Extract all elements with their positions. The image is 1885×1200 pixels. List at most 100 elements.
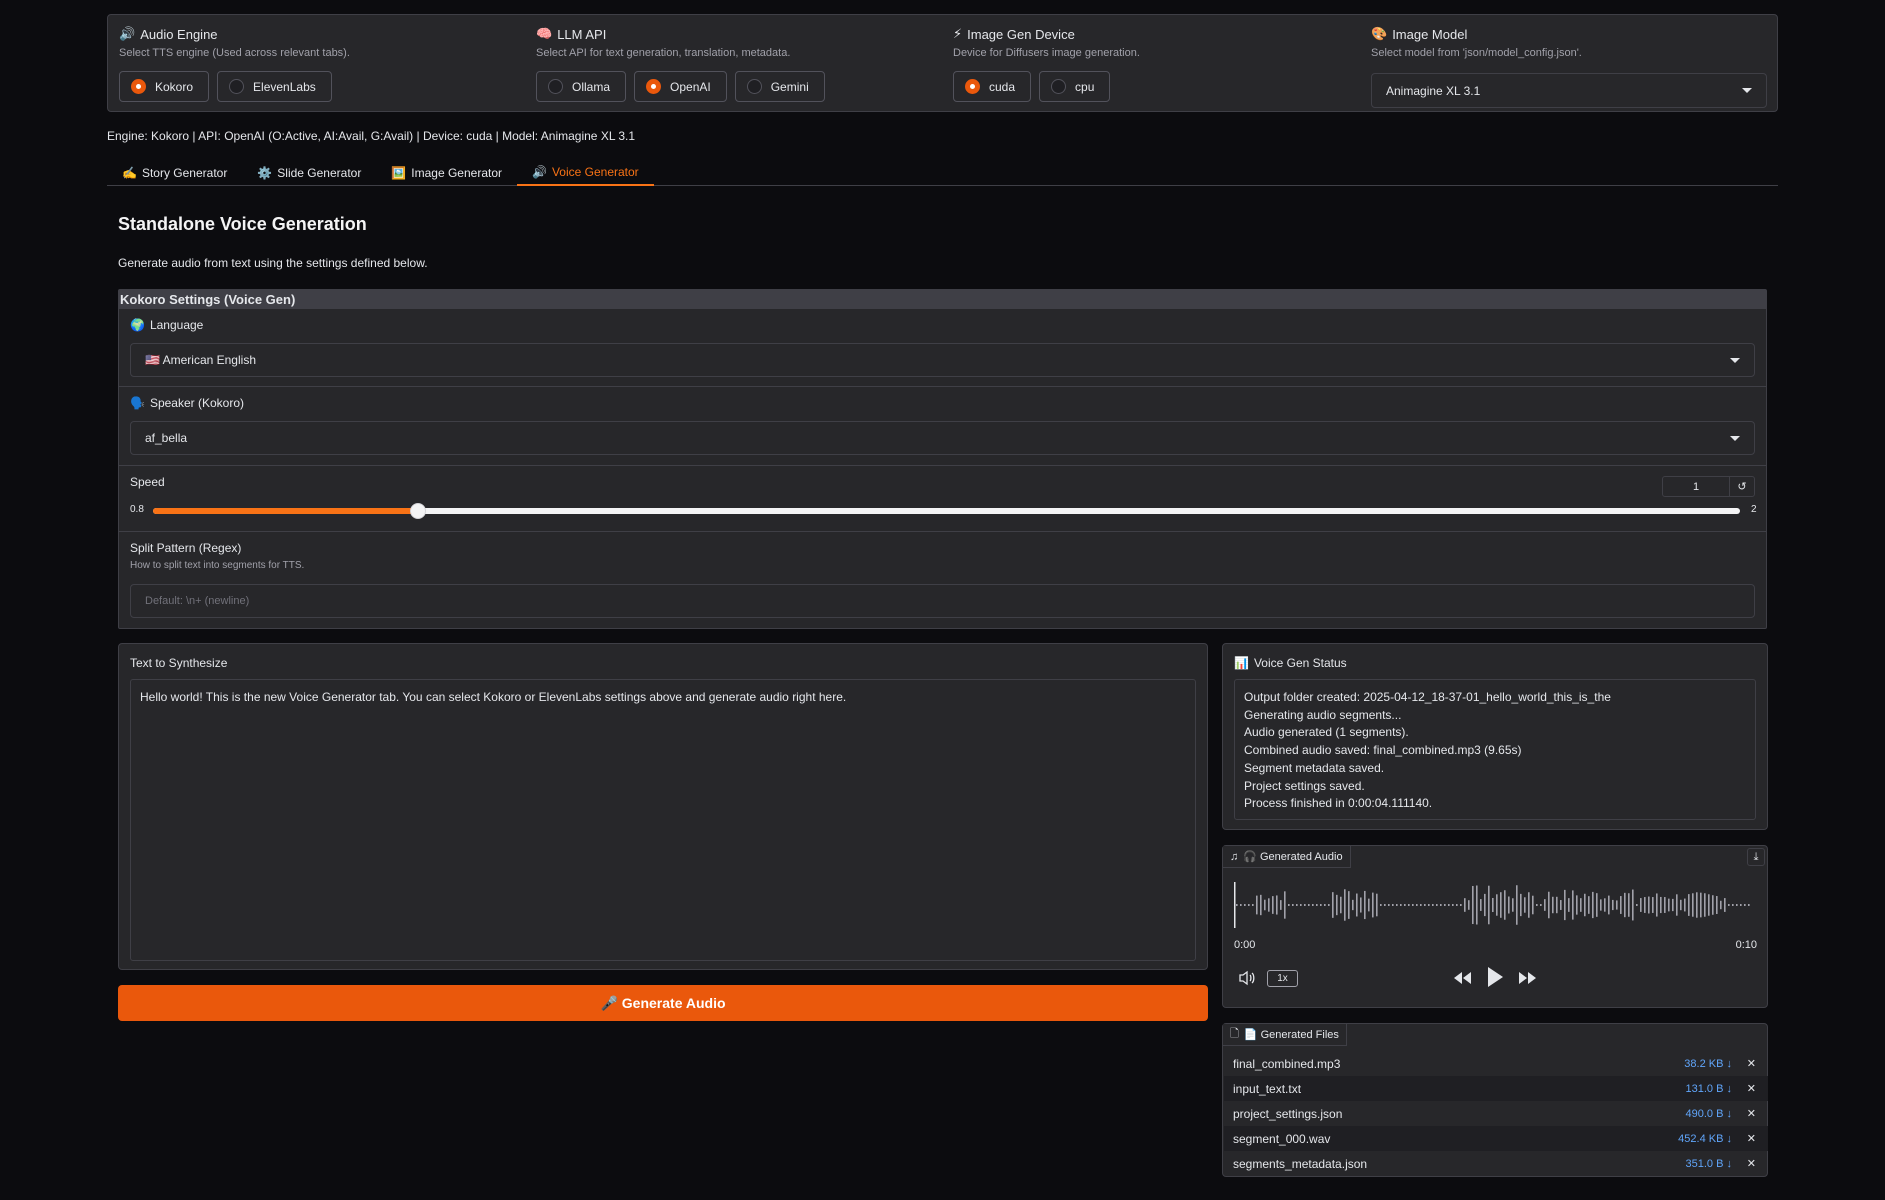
file-download-link[interactable]: 131.0 B ↓: [1686, 1083, 1732, 1095]
waveform-bar: [1292, 904, 1294, 906]
waveform-bar: [1492, 897, 1494, 913]
speaker-block: 🗣️ Speaker (Kokoro) af_bella: [119, 387, 1766, 466]
file-row[interactable]: project_settings.json 490.0 B ↓ ✕: [1224, 1101, 1768, 1126]
file-download-link[interactable]: 351.0 B ↓: [1686, 1158, 1732, 1170]
tab-slide-generator[interactable]: ⚙️ Slide Generator: [242, 160, 376, 186]
status-line: Output folder created: 2025-04-12_18-37-…: [1244, 690, 1611, 704]
kokoro-settings-header[interactable]: Kokoro Settings (Voice Gen): [119, 290, 1766, 309]
volume-icon[interactable]: [1237, 968, 1257, 988]
download-icon[interactable]: ⤓: [1747, 848, 1765, 866]
speed-slider[interactable]: [153, 503, 1740, 519]
waveform-bar: [1520, 893, 1522, 917]
speed-slider-thumb[interactable]: [409, 503, 426, 519]
waveform-bar: [1532, 895, 1534, 915]
speed-number-input[interactable]: 1: [1662, 476, 1730, 497]
image-model-select[interactable]: Animagine XL 3.1: [1371, 73, 1767, 108]
waveform-bar: [1356, 893, 1358, 917]
radio-cpu[interactable]: cpu: [1039, 71, 1111, 102]
waveform-bar: [1364, 890, 1366, 920]
image-model-subtitle: Select model from 'json/model_config.jso…: [1371, 47, 1582, 59]
waveform-bar: [1716, 896, 1718, 914]
waveform-bar: [1464, 898, 1466, 912]
radio-dot: [965, 79, 980, 94]
radio-kokoro[interactable]: Kokoro: [119, 71, 210, 102]
waveform-bar: [1640, 898, 1642, 912]
waveform-bar: [1720, 900, 1722, 910]
waveform-bar: [1384, 904, 1386, 906]
radio-gemini[interactable]: Gemini: [734, 71, 825, 102]
radio-dot: [229, 79, 245, 94]
audio-waveform[interactable]: [1234, 880, 1754, 930]
playback-rate-button[interactable]: 1x: [1267, 970, 1298, 987]
file-download-link[interactable]: 452.4 KB ↓: [1678, 1133, 1732, 1145]
play-icon[interactable]: [1484, 966, 1506, 988]
close-icon[interactable]: ✕: [1747, 1107, 1756, 1120]
file-row[interactable]: segments_metadata.json 351.0 B ↓ ✕: [1224, 1151, 1768, 1176]
waveform-bar: [1584, 893, 1586, 917]
radio-openai[interactable]: OpenAI: [634, 71, 727, 102]
file-download-link[interactable]: 38.2 KB ↓: [1684, 1058, 1732, 1070]
waveform-bar: [1296, 904, 1298, 906]
status-line: Generating audio segments...: [1244, 707, 1402, 722]
waveform-bar: [1612, 899, 1614, 911]
image-device-subtitle: Device for Diffusers image generation.: [953, 47, 1140, 59]
close-icon[interactable]: ✕: [1747, 1157, 1756, 1170]
llm-api-subtitle: Select API for text generation, translat…: [536, 47, 791, 59]
waveform-bar: [1416, 904, 1418, 906]
tab-voice-generator[interactable]: 🔊 Voice Generator: [517, 160, 654, 186]
waveform-bar: [1264, 899, 1266, 911]
waveform-bar: [1380, 904, 1382, 906]
radio-cuda[interactable]: cuda: [953, 71, 1032, 102]
file-icon: 🗋: [1230, 1028, 1239, 1040]
fast-forward-icon[interactable]: [1517, 968, 1539, 988]
waveform-bar: [1444, 904, 1446, 906]
image-device-group: ⚡ Image Gen Device Device for Diffusers i…: [953, 25, 1140, 102]
radio-dot: [746, 79, 762, 94]
radio-ollama[interactable]: Ollama: [536, 71, 627, 102]
waveform-bar: [1328, 904, 1330, 906]
waveform-bar: [1316, 904, 1318, 906]
playhead-cursor[interactable]: [1234, 882, 1236, 928]
tab-image-generator[interactable]: 🖼️ Image Generator: [376, 160, 517, 186]
waveform-bar: [1476, 885, 1478, 925]
reset-icon[interactable]: ↺: [1729, 476, 1755, 497]
tab-story-generator[interactable]: ✍️ Story Generator: [107, 160, 242, 186]
radio-dot: [548, 79, 563, 94]
voice-gen-status-log[interactable]: Output folder created: 2025-04-12_18-37-…: [1234, 679, 1756, 820]
waveform-bar: [1336, 894, 1338, 916]
file-row[interactable]: segment_000.wav 452.4 KB ↓ ✕: [1224, 1126, 1768, 1151]
writing-hand-icon: ✍️: [122, 166, 137, 180]
waveform-bar: [1304, 904, 1306, 906]
text-to-synthesize-textarea[interactable]: Hello world! This is the new Voice Gener…: [130, 679, 1196, 961]
waveform-bar: [1524, 897, 1526, 913]
close-icon[interactable]: ✕: [1747, 1132, 1756, 1145]
waveform-bar: [1248, 904, 1250, 906]
rewind-icon[interactable]: [1451, 968, 1473, 988]
waveform-bar: [1548, 891, 1550, 919]
waveform-bar: [1272, 896, 1274, 914]
waveform-bar: [1544, 899, 1546, 911]
file-row[interactable]: final_combined.mp3 38.2 KB ↓ ✕: [1224, 1051, 1768, 1076]
waveform-bar: [1344, 889, 1346, 921]
audio-engine-title: Audio Engine: [140, 26, 218, 42]
waveform-bar: [1592, 891, 1594, 919]
generate-audio-button[interactable]: 🎤 Generate Audio: [118, 985, 1208, 1021]
waveform-bar: [1552, 896, 1554, 914]
close-icon[interactable]: ✕: [1747, 1082, 1756, 1095]
waveform-bar: [1352, 899, 1354, 911]
speaker-icon: 🔊: [532, 165, 547, 179]
radio-elevenlabs[interactable]: ElevenLabs: [217, 71, 332, 102]
speaker-select[interactable]: af_bella: [130, 421, 1755, 455]
close-icon[interactable]: ✕: [1747, 1057, 1756, 1070]
file-download-link[interactable]: 490.0 B ↓: [1686, 1108, 1732, 1120]
language-select[interactable]: 🇺🇸 American English: [130, 343, 1755, 377]
speed-max-label: 2: [1751, 504, 1757, 515]
speed-min-label: 0.8: [130, 504, 144, 515]
file-row[interactable]: input_text.txt 131.0 B ↓ ✕: [1224, 1076, 1768, 1101]
generated-audio-label: 🎧 Generated Audio: [1243, 851, 1343, 863]
waveform-bar: [1460, 904, 1462, 906]
split-pattern-input[interactable]: Default: \n+ (newline): [130, 584, 1755, 618]
text-to-synthesize-panel: Text to Synthesize Hello world! This is …: [118, 643, 1208, 970]
waveform-bar: [1616, 900, 1618, 910]
waveform-bar: [1280, 900, 1282, 910]
